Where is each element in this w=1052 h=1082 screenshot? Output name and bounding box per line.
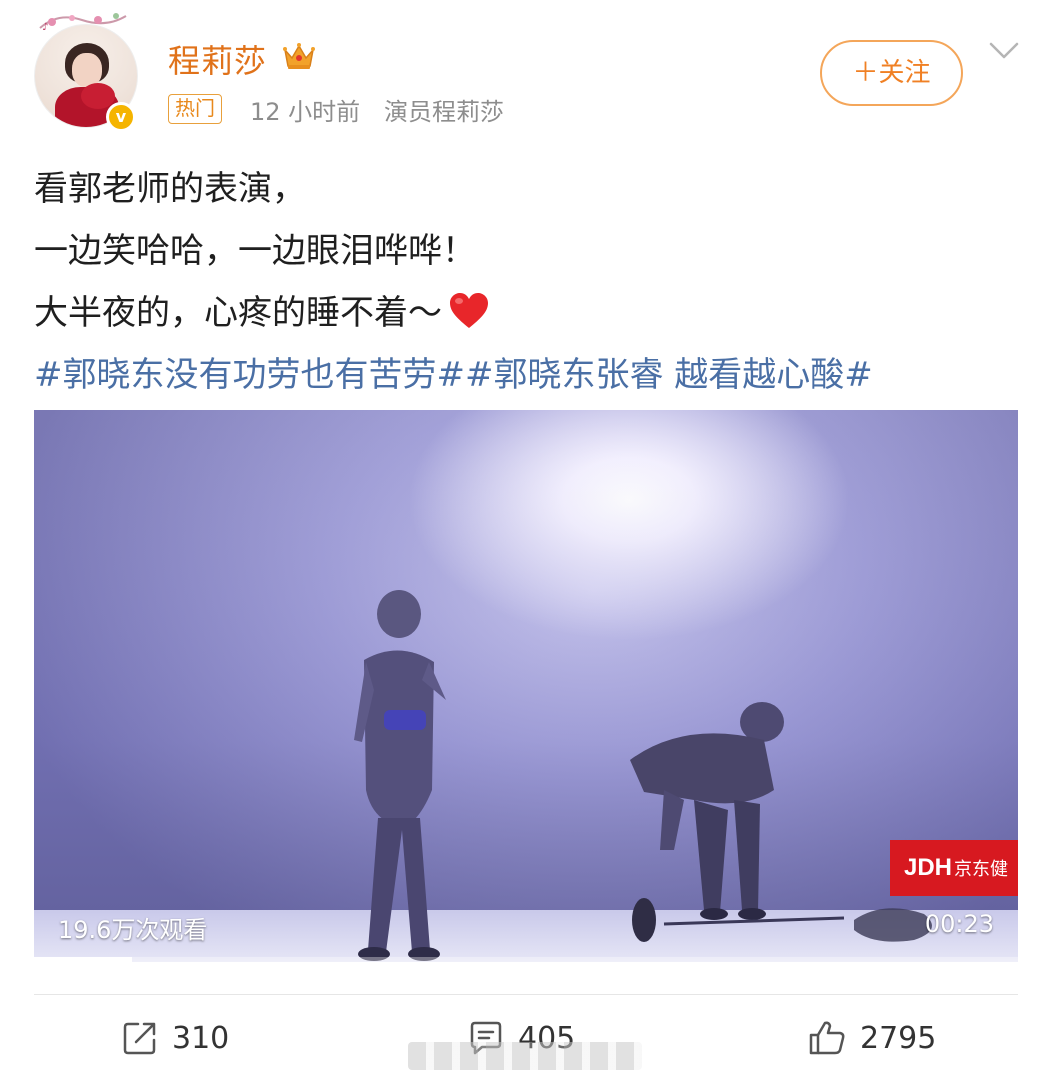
svg-text:♪: ♪ (42, 22, 48, 32)
post-line: 一边笑哈哈，一边眼泪哗哗！ (34, 231, 476, 271)
performer-standing (354, 590, 446, 961)
post-line: 看郭老师的表演， (34, 169, 306, 209)
video-player[interactable]: JDH 京东健 19.6万次观看 00:23 (34, 410, 1018, 962)
post-header: ♪ v 程莉莎 热门 12 小时前 演员程莉莎 ＋关注 (0, 0, 1052, 140)
post-body: 看郭老师的表演， 一边笑哈哈，一边眼泪哗哗！ 大半夜的，心疼的睡不着～ #郭晓东… (34, 158, 1024, 406)
repost-button[interactable]: 310 (122, 1010, 229, 1066)
video-frame (34, 410, 1018, 962)
video-progress-fill (34, 957, 133, 962)
post-actions: 310 405 2795 (0, 1010, 1052, 1070)
repost-count: 310 (172, 1020, 230, 1056)
video-progress-track[interactable] (34, 957, 1018, 962)
author-name[interactable]: 程莉莎 (168, 36, 267, 82)
post-line: 大半夜的，心疼的睡不着～ (34, 282, 1024, 344)
heart-icon (450, 293, 488, 328)
blurred-watermark (408, 1042, 642, 1070)
avatar[interactable]: ♪ v (34, 10, 138, 132)
repost-icon (123, 1022, 156, 1055)
like-count: 2795 (860, 1020, 937, 1056)
post-line-text: 大半夜的，心疼的睡不着～ (34, 293, 442, 333)
hot-tag: 热门 (168, 94, 222, 124)
chevron-down-icon[interactable] (988, 40, 1020, 62)
post-time: 12 小时前 (250, 98, 361, 126)
post-source: 演员程莉莎 (384, 98, 504, 126)
video-view-count: 19.6万次观看 (58, 916, 208, 944)
jd-logo-text: 京东健 (954, 859, 1009, 879)
like-button[interactable]: 2795 (808, 1010, 936, 1066)
jd-logo-mark: JDH (904, 854, 953, 881)
follow-button[interactable]: ＋关注 (820, 40, 963, 106)
verified-badge-icon: v (106, 102, 136, 132)
crown-icon[interactable] (282, 40, 316, 72)
hashtag-links[interactable]: #郭晓东没有功劳也有苦劳##郭晓东张睿 越看越心酸# (34, 344, 1024, 406)
jd-watermark-logo: JDH 京东健 (890, 840, 1018, 896)
thumbs-up-icon (809, 1021, 845, 1055)
video-duration: 00:23 (924, 910, 994, 938)
divider (34, 994, 1018, 995)
